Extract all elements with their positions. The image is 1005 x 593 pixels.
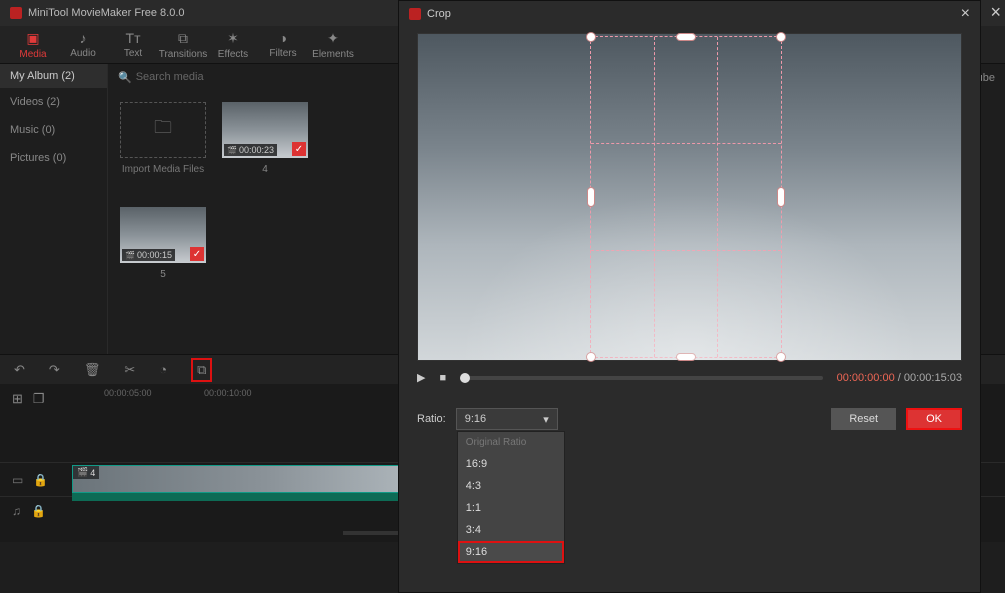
import-media-tile[interactable]: 🗀 <box>120 102 206 158</box>
sidebar-item-music[interactable]: Music (0) <box>0 116 107 144</box>
nav-media[interactable]: ▣Media <box>8 30 58 60</box>
crop-frame[interactable] <box>590 36 782 358</box>
ratio-dropdown: Original Ratio 16:9 4:3 1:1 3:4 9:16 <box>457 431 565 564</box>
seek-thumb[interactable] <box>460 373 470 383</box>
close-icon[interactable]: × <box>961 5 970 23</box>
reset-button[interactable]: Reset <box>831 408 896 430</box>
window-close-icon[interactable]: × <box>990 2 1001 23</box>
ratio-option[interactable]: 9:16 <box>458 541 564 563</box>
app-icon <box>10 7 22 19</box>
crop-handle-n[interactable] <box>676 33 696 41</box>
crop-handle-e[interactable] <box>777 187 785 207</box>
ratio-select[interactable]: 9:16 ▾ Original Ratio 16:9 4:3 1:1 3:4 9… <box>456 408 558 430</box>
ratio-option[interactable]: 1:1 <box>458 497 564 519</box>
add-track-icon[interactable]: ⊞ <box>12 391 23 407</box>
ratio-option[interactable]: 3:4 <box>458 519 564 541</box>
crop-handle-se[interactable] <box>776 352 786 362</box>
nav-elements[interactable]: ✦Elements <box>308 30 358 60</box>
crop-handle-sw[interactable] <box>586 352 596 362</box>
timecode: 00:00:00:00 / 00:00:15:03 <box>837 372 962 384</box>
sidebar-item-videos[interactable]: Videos (2) <box>0 88 107 116</box>
ok-button[interactable]: OK <box>906 408 962 430</box>
seek-bar[interactable] <box>460 376 822 380</box>
delete-icon[interactable]: 🗑 <box>84 362 101 378</box>
crop-handle-ne[interactable] <box>776 32 786 42</box>
play-icon[interactable]: ▶ <box>417 371 425 384</box>
crop-dialog: Crop × ▶ ■ 00:00:00:00 / 00:00:15:03 Rat… <box>398 0 981 593</box>
crop-icon[interactable]: ⧉ <box>191 358 212 382</box>
lock-icon[interactable]: 🔒 <box>33 473 48 487</box>
nav-text[interactable]: TᴛText <box>108 30 158 59</box>
nav-filters[interactable]: ◑Filters <box>258 30 308 59</box>
nav-effects[interactable]: ✶Effects <box>208 30 258 60</box>
thumb-duration: 00:00:15 <box>122 249 175 261</box>
crop-handle-s[interactable] <box>676 353 696 361</box>
folder-icon: ▣ <box>26 30 39 47</box>
ratio-option[interactable]: 16:9 <box>458 453 564 475</box>
thumb-caption: 4 <box>222 164 308 175</box>
nav-audio[interactable]: ♪Audio <box>58 30 108 59</box>
speed-icon[interactable]: ◔ <box>159 362 167 377</box>
stop-icon[interactable]: ■ <box>439 372 446 384</box>
crop-handle-nw[interactable] <box>586 32 596 42</box>
thumb-duration: 00:00:23 <box>224 144 277 156</box>
check-icon: ✓ <box>292 142 306 156</box>
audio-track-icon: ♫ <box>12 504 21 518</box>
sidebar-album[interactable]: My Album (2) <box>0 64 107 88</box>
note-icon: ♪ <box>80 30 87 46</box>
copy-track-icon[interactable]: ❐ <box>33 391 45 407</box>
dialog-title: Crop <box>427 8 961 20</box>
video-track-icon: ▭ <box>12 473 23 487</box>
crop-handle-w[interactable] <box>587 187 595 207</box>
lock-icon[interactable]: 🔒 <box>31 504 46 518</box>
split-icon[interactable]: ✂ <box>124 362 135 378</box>
crop-preview[interactable] <box>417 33 962 361</box>
ratio-option[interactable]: Original Ratio <box>458 432 564 453</box>
sidebar: My Album (2) Videos (2) Music (0) Pictur… <box>0 64 108 354</box>
media-thumb[interactable]: 00:00:23 ✓ 4 <box>222 102 308 175</box>
effects-icon: ✶ <box>227 30 239 47</box>
clip-label: 🎬 4 <box>73 466 99 479</box>
thumb-caption: 5 <box>120 269 206 280</box>
text-icon: Tᴛ <box>126 30 141 46</box>
import-label: Import Media Files <box>120 164 206 175</box>
media-thumb[interactable]: 00:00:15 ✓ 5 <box>120 207 206 280</box>
check-icon: ✓ <box>190 247 204 261</box>
search-icon: 🔍 <box>118 71 132 84</box>
transitions-icon: ⧉ <box>178 30 188 47</box>
ratio-label: Ratio: <box>417 413 446 425</box>
nav-transitions[interactable]: ⧉Transitions <box>158 30 208 60</box>
app-icon <box>409 8 421 20</box>
redo-icon[interactable]: ↷ <box>49 362 60 378</box>
chevron-down-icon: ▾ <box>543 413 549 426</box>
ratio-option[interactable]: 4:3 <box>458 475 564 497</box>
folder-icon: 🗀 <box>154 115 172 145</box>
undo-icon[interactable]: ↶ <box>14 362 25 378</box>
filters-icon: ◑ <box>279 30 287 46</box>
elements-icon: ✦ <box>327 30 339 47</box>
app-title: MiniTool MovieMaker Free 8.0.0 <box>28 7 185 19</box>
sidebar-item-pictures[interactable]: Pictures (0) <box>0 144 107 172</box>
